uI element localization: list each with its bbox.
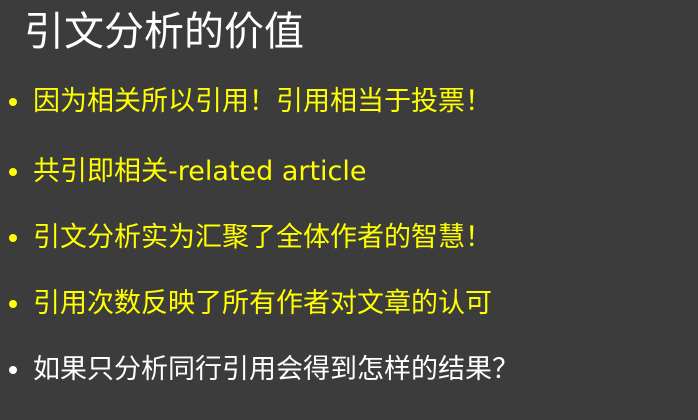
- bullet-text: 共引即相关-related article: [33, 156, 367, 187]
- bullet-item: 引文分析实为汇聚了全体作者的智慧！: [0, 220, 698, 260]
- bullet-text: 因为相关所以引用！引用相当于投票！: [33, 86, 492, 117]
- bullet-dot-icon: [9, 300, 17, 308]
- bullet-dot-icon: [9, 366, 17, 374]
- bullet-item: 共引即相关-related article: [0, 154, 698, 194]
- bullet-text: 引用次数反映了所有作者对文章的认可: [33, 288, 492, 319]
- bullet-dot-icon: [9, 98, 17, 106]
- bullet-text: 引文分析实为汇聚了全体作者的智慧！: [33, 222, 492, 253]
- bullet-dot-icon: [9, 234, 17, 242]
- bullet-item: 引用次数反映了所有作者对文章的认可: [0, 286, 698, 326]
- slide-title: 引文分析的价值: [24, 9, 304, 55]
- bullet-item: 因为相关所以引用！引用相当于投票！: [0, 84, 698, 124]
- bullet-dot-icon: [9, 168, 17, 176]
- presentation-slide: 引文分析的价值 因为相关所以引用！引用相当于投票！ 共引即相关-related …: [0, 0, 698, 420]
- bullet-text: 如果只分析同行引用会得到怎样的结果？: [33, 354, 519, 385]
- bullet-item: 如果只分析同行引用会得到怎样的结果？: [0, 352, 698, 392]
